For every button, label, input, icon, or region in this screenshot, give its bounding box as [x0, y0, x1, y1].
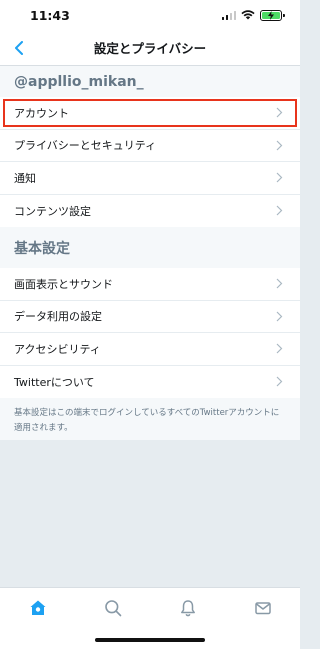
cellular-signal-icon — [221, 10, 236, 20]
settings-item-label: プライバシーとセキュリティ — [14, 139, 157, 153]
home-icon — [30, 600, 46, 615]
account-handle: @appllio_mikan_ — [14, 73, 144, 90]
chevron-right-icon — [276, 139, 284, 151]
chevron-right-icon — [276, 278, 284, 290]
settings-item-data-usage[interactable]: データ利用の設定 — [0, 301, 300, 333]
wifi-icon — [241, 10, 255, 20]
status-time: 11:43 — [30, 7, 70, 23]
tab-messages[interactable] — [251, 596, 275, 620]
chevron-left-icon — [15, 41, 23, 55]
settings-item-label: コンテンツ設定 — [14, 204, 91, 218]
status-icons — [221, 9, 285, 21]
battery-icon — [260, 9, 285, 21]
account-settings-list: アカウント プライバシーとセキュリティ 通知 コンテンツ設定 — [0, 97, 300, 227]
account-handle-header: @appllio_mikan_ — [0, 66, 300, 97]
chevron-right-icon — [276, 172, 284, 184]
general-settings-list: 画面表示とサウンド データ利用の設定 アクセシビリティ Twitterについて — [0, 268, 300, 398]
settings-item-label: 画面表示とサウンド — [14, 277, 113, 291]
mail-icon — [255, 602, 271, 615]
settings-item-about-twitter[interactable]: Twitterについて — [0, 366, 300, 399]
section-title: 基本設定 — [14, 240, 70, 257]
settings-item-label: データ利用の設定 — [14, 310, 102, 324]
settings-item-label: Twitterについて — [14, 375, 95, 389]
tab-home[interactable] — [26, 596, 50, 620]
page-title: 設定とプライバシー — [93, 41, 207, 56]
back-button[interactable] — [10, 39, 28, 57]
chevron-right-icon — [276, 376, 284, 388]
general-settings-note: 基本設定はこの端末でログインしているすべてのTwitterアカウントに適用されま… — [0, 398, 300, 440]
navigation-bar: 設定とプライバシー — [0, 30, 300, 66]
settings-item-content-preferences[interactable]: コンテンツ設定 — [0, 195, 300, 228]
settings-item-account[interactable]: アカウント — [0, 97, 300, 130]
search-icon — [105, 600, 122, 617]
chevron-right-icon — [276, 205, 284, 217]
general-settings-header: 基本設定 — [0, 227, 300, 268]
chevron-right-icon — [276, 343, 284, 355]
chevron-right-icon — [276, 310, 284, 322]
status-bar: 11:43 — [0, 0, 300, 30]
settings-item-privacy-security[interactable]: プライバシーとセキュリティ — [0, 130, 300, 162]
settings-item-notifications[interactable]: 通知 — [0, 162, 300, 195]
settings-item-label: 通知 — [14, 171, 36, 185]
bell-icon — [181, 600, 195, 617]
tab-search[interactable] — [101, 596, 125, 620]
settings-item-accessibility[interactable]: アクセシビリティ — [0, 333, 300, 366]
settings-item-display-sound[interactable]: 画面表示とサウンド — [0, 268, 300, 301]
tab-notifications[interactable] — [176, 596, 200, 620]
chevron-right-icon — [276, 107, 284, 119]
settings-item-label: アカウント — [14, 106, 69, 120]
home-indicator[interactable] — [95, 638, 205, 642]
settings-screen: 11:43 設定とプライバシー @appllio_mikan_ アカウント プラ… — [0, 0, 300, 649]
settings-item-label: アクセシビリティ — [14, 342, 101, 356]
